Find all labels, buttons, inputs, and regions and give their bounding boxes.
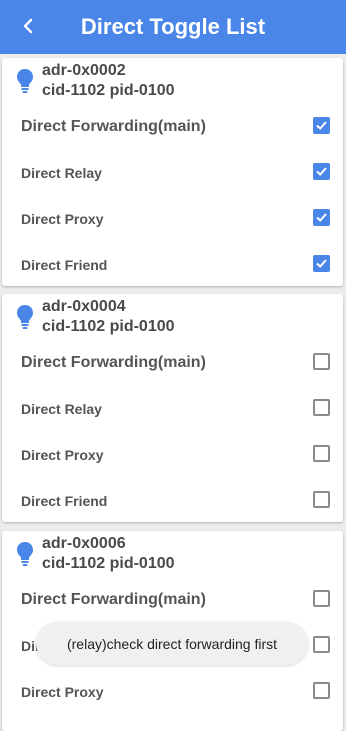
checkbox-checked[interactable] <box>313 117 330 134</box>
toggle-label: Direct Forwarding(main) <box>21 354 206 371</box>
toggle-row-direct-proxy[interactable]: Direct Proxy <box>2 196 343 242</box>
toggle-row-direct-forwarding[interactable]: Direct Forwarding(main) <box>2 577 343 623</box>
lightbulb-icon <box>17 542 33 566</box>
toggle-label: Direct Relay <box>21 165 102 181</box>
page-title: Direct Toggle List <box>80 14 266 39</box>
device-card: adr-0x0004 cid-1102 pid-0100 Direct Forw… <box>2 294 343 522</box>
toggle-label: Direct Friend <box>21 493 108 509</box>
toggle-row-direct-friend[interactable]: Direct Friend <box>2 478 343 524</box>
toggle-label: Direct Proxy <box>21 684 104 700</box>
checkbox-unchecked[interactable] <box>313 445 330 462</box>
check-icon <box>316 213 327 222</box>
check-icon <box>316 167 327 176</box>
toggle-row-direct-proxy[interactable]: Direct Proxy <box>2 669 343 715</box>
check-icon <box>316 259 327 268</box>
toggle-label: Direct Friend <box>21 257 108 273</box>
device-ids: cid-1102 pid-0100 <box>42 82 175 99</box>
toggle-label: Direct Forwarding(main) <box>21 118 206 135</box>
device-header: adr-0x0006 cid-1102 pid-0100 <box>2 531 343 577</box>
chevron-left-icon <box>23 18 33 34</box>
device-address: adr-0x0002 <box>42 62 126 79</box>
toggle-row-direct-friend[interactable]: Direct Friend <box>2 242 343 288</box>
checkbox-unchecked[interactable] <box>313 636 330 653</box>
back-button[interactable] <box>14 12 42 40</box>
toggle-label: Direct Proxy <box>21 211 104 227</box>
lightbulb-icon <box>17 69 33 93</box>
checkbox-unchecked[interactable] <box>313 399 330 416</box>
toggle-row-direct-relay[interactable]: Direct Relay <box>2 386 343 432</box>
checkbox-unchecked[interactable] <box>313 682 330 699</box>
checkbox-checked[interactable] <box>313 209 330 226</box>
toggle-label: Direct Proxy <box>21 447 104 463</box>
checkbox-checked[interactable] <box>313 255 330 272</box>
lightbulb-icon <box>17 305 33 329</box>
toggle-row-direct-forwarding[interactable]: Direct Forwarding(main) <box>2 340 343 386</box>
checkbox-checked[interactable] <box>313 163 330 180</box>
checkbox-unchecked[interactable] <box>313 590 330 607</box>
device-address: adr-0x0004 <box>42 298 126 315</box>
device-ids: cid-1102 pid-0100 <box>42 318 175 335</box>
checkbox-unchecked[interactable] <box>313 353 330 370</box>
device-header: adr-0x0002 cid-1102 pid-0100 <box>2 58 343 104</box>
check-icon <box>316 121 327 130</box>
toggle-row-direct-relay[interactable]: Direct Relay <box>2 150 343 196</box>
device-card: adr-0x0002 cid-1102 pid-0100 Direct Forw… <box>2 58 343 286</box>
device-header: adr-0x0004 cid-1102 pid-0100 <box>2 294 343 340</box>
toggle-row-direct-proxy[interactable]: Direct Proxy <box>2 432 343 478</box>
app-bar: Direct Toggle List <box>0 0 346 54</box>
device-ids: cid-1102 pid-0100 <box>42 555 175 572</box>
toggle-label: Direct Forwarding(main) <box>21 591 206 608</box>
toast-message: (relay)check direct forwarding first <box>36 622 308 665</box>
toggle-label: Direct Relay <box>21 401 102 417</box>
toggle-row-direct-forwarding[interactable]: Direct Forwarding(main) <box>2 104 343 150</box>
device-address: adr-0x0006 <box>42 535 126 552</box>
checkbox-unchecked[interactable] <box>313 491 330 508</box>
